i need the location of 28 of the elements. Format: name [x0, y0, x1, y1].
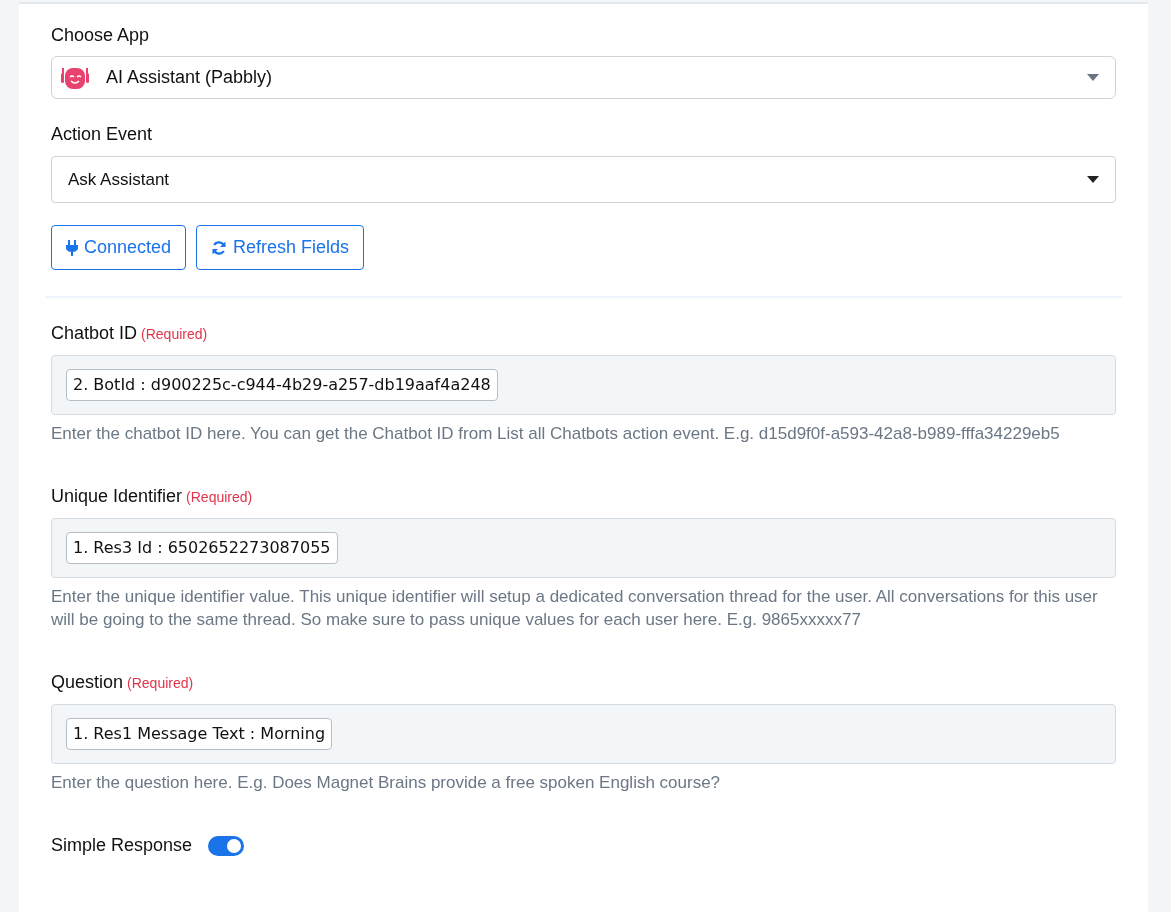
field-label: Chatbot ID [51, 322, 138, 345]
help-text: Enter the chatbot ID here. You can get the Chatbot ID from List all Chatbots action event. E.g. d15d9f0f-a593-42a8-b989-fffa34229eb5 [51, 423, 1061, 445]
refresh-fields-button[interactable]: Refresh Fields [196, 225, 365, 270]
mapped-input-field[interactable]: 2. BotId : d900225c-c944-4b29-a257-db19aaf4a248 [51, 355, 1116, 415]
required-label: (Required) [141, 325, 208, 344]
mapped-input-field[interactable]: 1. Res1 Message Text : Morning [51, 703, 1116, 764]
caret-icon [1087, 176, 1099, 183]
plug-icon [66, 239, 78, 256]
field-label: Question [51, 670, 124, 694]
toggle-switch[interactable] [208, 835, 245, 856]
help-text: Enter the question here. E.g. Does Magnet Brains provide a free spoken English course? [51, 771, 722, 794]
toggle-label: Simple Response [51, 834, 193, 857]
token-chip[interactable]: 1. Res1 Message Text : Morning [66, 717, 333, 750]
token-chip[interactable]: 2. BotId : d900225c-c944-4b29-a257-db19aaf4a248 [66, 369, 498, 401]
caret-icon [1087, 74, 1099, 81]
mapped-input-field[interactable]: 1. Res3 Id : 6502652273087055 [51, 517, 1116, 578]
app-select[interactable]: AI Assistant (Pabbly) [51, 56, 1116, 99]
required-label: (Required) [127, 673, 194, 693]
help-text: Enter the unique identifier value. This unique identifier will setup a dedicated conversation thread for the user. All conversations for this user will be going to the same thread. So make sure to pass unique values for each user here. E.g. 9865xxxxx77 [51, 585, 1099, 631]
connected-button[interactable]: Connected [51, 225, 187, 270]
field-label: Action Event [51, 123, 154, 146]
refresh-icon [211, 239, 228, 256]
field-label: Unique Identifier [51, 484, 183, 508]
event-select[interactable]: Ask Assistant [51, 156, 1116, 203]
robot-icon [60, 65, 90, 90]
field-label: Choose App [51, 24, 151, 47]
token-chip[interactable]: 1. Res3 Id : 6502652273087055 [66, 531, 338, 564]
required-label: (Required) [186, 487, 253, 507]
